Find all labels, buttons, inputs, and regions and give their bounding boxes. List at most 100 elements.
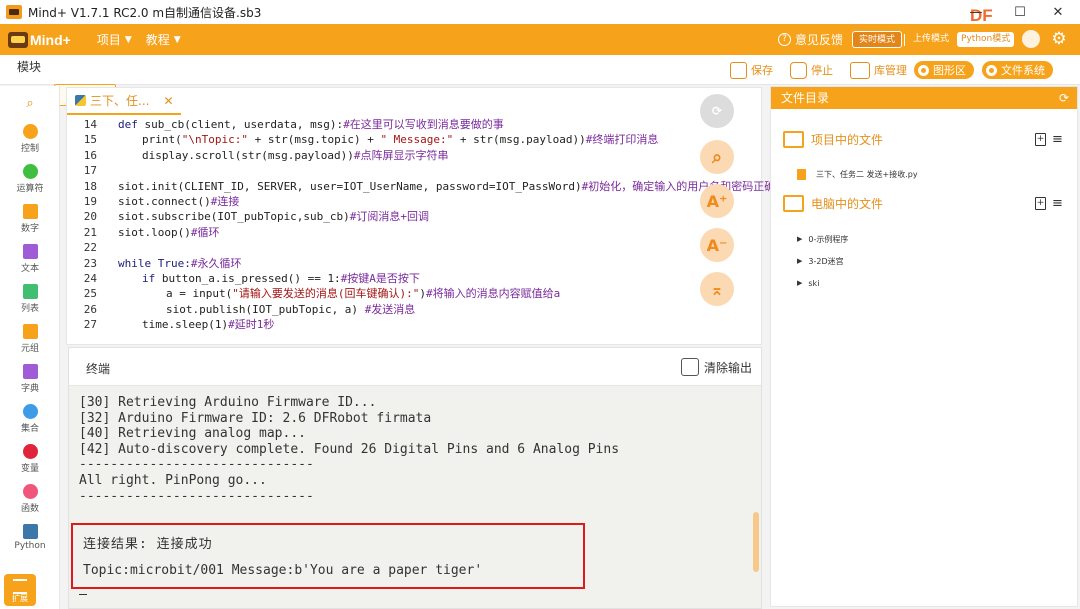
code-token: #循环 <box>190 225 220 239</box>
category-item[interactable]: Python <box>0 524 60 551</box>
highlight-annotation-box: 连接结果: 连接成功 Topic:microbit/001 Message:b'… <box>71 523 585 589</box>
save-label: 保存 <box>751 64 773 77</box>
terminal-cursor <box>79 594 87 595</box>
zoom-out-icon[interactable]: A⁻ <box>700 228 734 262</box>
category-item[interactable]: 字典 <box>0 364 60 394</box>
gear-icon[interactable]: ⚙ <box>1048 28 1070 50</box>
monitor-icon <box>783 194 804 212</box>
save-button[interactable]: 保存 <box>730 60 773 80</box>
stop-button[interactable]: 停止 <box>790 60 833 80</box>
category-item[interactable]: 数字 <box>0 204 60 234</box>
category-item[interactable]: 变量 <box>0 444 60 474</box>
search-icon[interactable]: ⌕ <box>0 96 60 111</box>
category-item[interactable]: 集合 <box>0 404 60 434</box>
line-number: 27 <box>83 318 97 332</box>
category-item[interactable]: 列表 <box>0 284 60 314</box>
code-token: "请输入要发送的消息(回车键确认):" <box>232 287 420 301</box>
refresh-icon[interactable]: ⟳ <box>700 94 734 128</box>
scroll-top-icon[interactable]: ⌅ <box>700 272 734 306</box>
terminal-scrollbar[interactable] <box>753 512 759 572</box>
realtime-mode-button[interactable]: 实时模式 <box>852 31 903 48</box>
code-text: def sub_cb(client, userdata, msg):#在这里可以… <box>118 117 504 132</box>
code-token: time.sleep(1) <box>142 318 229 332</box>
new-file-icon[interactable]: + <box>1035 196 1046 210</box>
code-editor[interactable]: 三下、任... ✕ 14 def sub_cb(client, userdata,… <box>66 87 775 345</box>
folder-item[interactable]: ▶ 3-2D迷宫 <box>797 255 844 267</box>
line-number: 24 <box>83 271 97 285</box>
toggle-icon <box>918 64 929 76</box>
folder-item[interactable]: ▶ ski <box>797 277 819 289</box>
feedback-label: 意见反馈 <box>795 33 844 47</box>
category-label: 控制 <box>20 144 39 154</box>
code-token: + str(msg.payload)) <box>453 133 586 147</box>
code-line: 19 siot.connect()#连接 <box>67 194 763 209</box>
terminal-output: [30] Retrieving Arduino Firmware ID... [3… <box>79 395 619 504</box>
logo-text: Mind+ <box>30 31 71 48</box>
menu-bar: Mind+ 项目 ▼ 教程 ▼ ? 意见反馈 实时模式 上传模式 Python模式 … <box>0 24 1080 55</box>
file-system-label: 文件系统 <box>1001 64 1045 77</box>
line-number: 19 <box>83 194 97 208</box>
menu-icon[interactable]: ≡ <box>1052 132 1063 147</box>
code-line: 24 if button_a.is_pressed() == 1:#按键A是否按下 <box>67 271 763 286</box>
code-text: siot.connect()#连接 <box>118 194 239 209</box>
chevron-right-icon: ▶ <box>797 279 803 287</box>
menu-icon[interactable]: ≡ <box>1052 196 1063 211</box>
terminal-title: 终端 <box>86 362 111 376</box>
menu-tutorial[interactable]: 教程 ▼ <box>146 31 181 48</box>
app-icon <box>6 5 22 19</box>
upload-mode-button[interactable]: 上传模式 <box>907 31 955 48</box>
editor-file-tab[interactable]: 三下、任... ✕ <box>67 88 181 115</box>
code-area[interactable]: 14 def sub_cb(client, userdata, msg):#在这里… <box>67 117 775 332</box>
category-item[interactable]: 元组 <box>0 324 60 354</box>
extension-button[interactable]: 扩展 <box>4 574 36 606</box>
code-token: display.scroll(str(msg.payload)) <box>142 148 354 162</box>
computer-files-section[interactable]: 电脑中的文件 <box>783 193 883 213</box>
refresh-icon[interactable]: ⟳ <box>1059 87 1069 109</box>
folder-item[interactable]: ▶ 0-示例程序 <box>797 233 848 245</box>
category-item[interactable]: 函数 <box>0 484 60 514</box>
category-color-icon <box>22 524 38 539</box>
category-label: Python <box>14 541 46 551</box>
feedback-button[interactable]: ? 意见反馈 <box>778 31 843 48</box>
code-token: siot.loop() <box>118 225 191 239</box>
stop-icon <box>790 61 807 79</box>
code-line: 14 def sub_cb(client, userdata, msg):#在这里… <box>67 117 763 132</box>
stop-label: 停止 <box>811 64 833 77</box>
terminal-panel: 终端 清除输出 [30] Retrieving Arduino Firmware… <box>68 347 762 609</box>
blocks-area-button[interactable]: 图形区 <box>914 61 974 79</box>
user-avatar[interactable] <box>1022 30 1040 48</box>
robot-logo-icon <box>8 31 28 48</box>
project-file-item[interactable]: 三下、任务二 发送+接收.py <box>797 167 918 181</box>
minimize-button[interactable]: — <box>954 0 998 24</box>
line-number: 17 <box>83 164 97 178</box>
chevron-down-icon: ▼ <box>124 34 132 45</box>
library-icon <box>850 61 870 79</box>
close-tab-icon[interactable]: ✕ <box>163 94 173 108</box>
category-color-icon <box>22 364 38 379</box>
project-files-actions: + ≡ <box>1035 131 1063 147</box>
computer-files-title: 电脑中的文件 <box>811 196 884 211</box>
clear-output-button[interactable]: 清除输出 <box>681 357 752 377</box>
tab-blocks[interactable]: 模块 <box>8 57 50 79</box>
close-window-button[interactable]: ✕ <box>1036 0 1080 24</box>
file-system-button[interactable]: 文件系统 <box>982 61 1053 79</box>
library-button[interactable]: 库管理 <box>850 60 907 80</box>
project-files-section[interactable]: 项目中的文件 <box>783 129 883 149</box>
category-item[interactable]: 控制 <box>0 124 60 154</box>
mind-plus-window: Mind+ V1.7.1 RC2.0 m自制通信设备.sb3 DF — ☐ ✕ … <box>0 0 1080 609</box>
category-item[interactable]: 文本 <box>0 244 60 274</box>
window-title: Mind+ V1.7.1 RC2.0 m自制通信设备.sb3 <box>28 5 262 20</box>
zoom-in-icon[interactable]: A⁺ <box>700 184 734 218</box>
connection-result-line: 连接结果: 连接成功 <box>83 537 213 552</box>
folder-name: ski <box>808 278 820 288</box>
terminal-line: [40] Retrieving analog map... <box>79 426 306 442</box>
new-file-icon[interactable]: + <box>1035 132 1046 146</box>
category-label: 运算符 <box>16 184 44 194</box>
code-text: display.scroll(str(msg.payload))#点阵屏显示字符… <box>142 148 449 163</box>
code-token: "\nTopic:" <box>181 133 248 147</box>
category-label: 文本 <box>20 264 39 274</box>
python-mode-button[interactable]: Python模式 <box>957 32 1015 47</box>
category-item[interactable]: 运算符 <box>0 164 60 194</box>
search-icon[interactable]: ⌕ <box>700 140 734 174</box>
menu-project[interactable]: 项目 ▼ <box>97 31 132 48</box>
